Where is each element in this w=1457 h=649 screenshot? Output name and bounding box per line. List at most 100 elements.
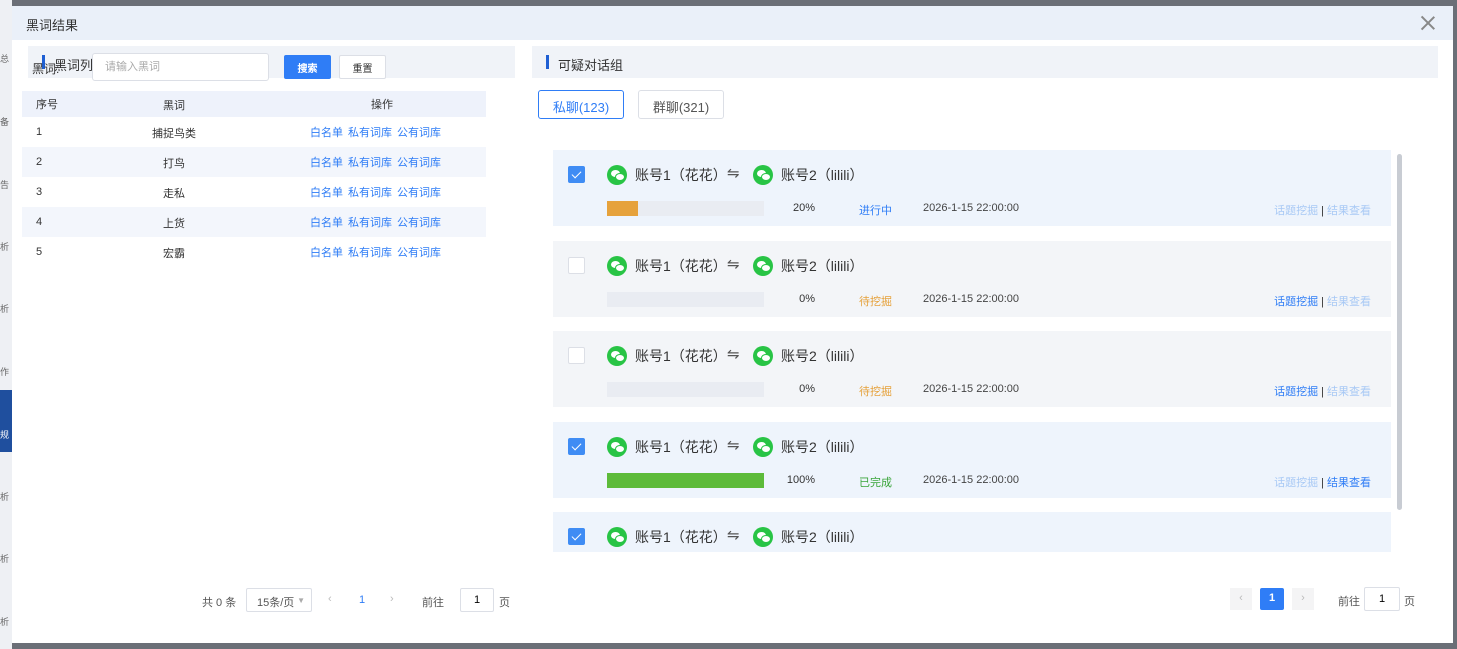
- page-unit-label: 页: [1404, 596, 1415, 608]
- progress-percent: 0%: [799, 383, 815, 395]
- bg-nav-char: 告: [0, 180, 10, 190]
- row-index: 2: [36, 156, 43, 168]
- topic-mining-link[interactable]: 话题挖掘: [1274, 386, 1318, 398]
- status-label: 待挖掘: [859, 386, 892, 398]
- card-actions: 话题挖掘 | 结果查看: [1274, 474, 1371, 490]
- whitelist-link[interactable]: 白名单: [310, 217, 343, 229]
- goto-page-input[interactable]: [460, 588, 494, 612]
- wechat-icon: [607, 437, 627, 457]
- list-scrollbar[interactable]: [1397, 154, 1402, 510]
- public-lexicon-link[interactable]: 公有词库: [397, 217, 441, 229]
- bg-nav-char: 备: [0, 117, 10, 127]
- bg-nav-char: 作: [0, 367, 10, 377]
- select-checkbox[interactable]: [568, 528, 585, 545]
- wechat-icon: [753, 527, 773, 547]
- goto-page-input[interactable]: [1364, 587, 1400, 611]
- tab-private-chat[interactable]: 私聊(123): [538, 90, 624, 119]
- title-accent-bar: [546, 55, 549, 69]
- wechat-icon: [753, 437, 773, 457]
- account-2-name: 账号2（lilili）: [781, 258, 864, 274]
- public-lexicon-link[interactable]: 公有词库: [397, 247, 441, 259]
- progress-bar: [607, 473, 764, 488]
- account-1-name: 账号1（花花）: [635, 258, 727, 274]
- conversation-card: 账号1（花花） ⇋ 账号2（lilili） 0% 待挖掘 2026-1-15 22:00:…: [553, 331, 1391, 407]
- private-lexicon-link[interactable]: 私有词库: [348, 157, 392, 169]
- action-separator: |: [1321, 477, 1324, 489]
- row-index: 5: [36, 246, 43, 258]
- next-page-icon[interactable]: ›: [1292, 588, 1314, 610]
- bg-nav-char: 析: [0, 617, 10, 627]
- progress-percent: 0%: [799, 293, 815, 305]
- whitelist-link[interactable]: 白名单: [310, 187, 343, 199]
- whitelist-link[interactable]: 白名单: [310, 127, 343, 139]
- table-row: 5 宏霸 白名单 私有词库 公有词库: [22, 237, 486, 267]
- row-index: 1: [36, 126, 43, 138]
- chevron-down-icon: ▼: [297, 596, 305, 605]
- search-label: 黑词:: [32, 62, 60, 76]
- table-row: 3 走私 白名单 私有词库 公有词库: [22, 177, 486, 207]
- tab-group-chat[interactable]: 群聊(321): [638, 90, 724, 119]
- timestamp: 2026-1-15 22:00:00: [923, 474, 1020, 486]
- bg-nav-char: 规: [0, 430, 10, 440]
- swap-icon: ⇋: [727, 165, 740, 182]
- background-nav-selected: [0, 390, 12, 452]
- view-result-link[interactable]: 结果查看: [1327, 386, 1371, 398]
- topic-mining-link[interactable]: 话题挖掘: [1274, 205, 1318, 217]
- prev-page-icon[interactable]: ‹: [1230, 588, 1252, 610]
- reset-button[interactable]: 重置: [339, 55, 386, 79]
- blackword-search-input[interactable]: [92, 53, 269, 81]
- select-checkbox[interactable]: [568, 257, 585, 274]
- conversation-card: 账号1（花花） ⇋ 账号2（lilili） 20% 进行中 2026-1-15 22:00…: [553, 150, 1391, 226]
- select-checkbox[interactable]: [568, 166, 585, 183]
- timestamp: 2026-1-15 22:00:00: [923, 293, 1020, 305]
- wechat-icon: [753, 256, 773, 276]
- row-actions: 白名单 私有词库 公有词库: [310, 184, 446, 200]
- wechat-icon: [607, 527, 627, 547]
- page-number[interactable]: 1: [1260, 588, 1284, 610]
- private-lexicon-link[interactable]: 私有词库: [348, 187, 392, 199]
- status-label: 进行中: [859, 205, 892, 217]
- dialog-header: 黑词结果: [12, 6, 1453, 40]
- private-lexicon-link[interactable]: 私有词库: [348, 217, 392, 229]
- wechat-icon: [607, 256, 627, 276]
- private-lexicon-link[interactable]: 私有词库: [348, 127, 392, 139]
- row-actions: 白名单 私有词库 公有词库: [310, 244, 446, 260]
- conversation-card: 账号1（花花） ⇋ 账号2（lilili） 100% 已完成 2026-1-15 22:0…: [553, 422, 1391, 498]
- public-lexicon-link[interactable]: 公有词库: [397, 127, 441, 139]
- row-word: 走私: [163, 188, 185, 200]
- next-page-icon[interactable]: ›: [390, 593, 394, 605]
- page-number[interactable]: 1: [359, 594, 365, 606]
- bg-nav-char: 析: [0, 304, 10, 314]
- whitelist-link[interactable]: 白名单: [310, 247, 343, 259]
- progress-percent: 100%: [786, 474, 815, 486]
- timestamp: 2026-1-15 22:00:00: [923, 202, 1020, 214]
- view-result-link[interactable]: 结果查看: [1327, 205, 1371, 217]
- row-index: 3: [36, 186, 43, 198]
- account-2-name: 账号2（lilili）: [781, 529, 864, 545]
- row-actions: 白名单 私有词库 公有词库: [310, 154, 446, 170]
- prev-page-icon[interactable]: ‹: [328, 593, 332, 605]
- select-checkbox[interactable]: [568, 438, 585, 455]
- topic-mining-link[interactable]: 话题挖掘: [1274, 477, 1318, 489]
- background-sidebar: 总 备 告 析 析 作 规 析 析 析: [0, 0, 12, 649]
- page-unit-label: 页: [499, 597, 510, 609]
- page-size-select[interactable]: 15条/页 ▼: [246, 588, 312, 612]
- whitelist-link[interactable]: 白名单: [310, 157, 343, 169]
- public-lexicon-link[interactable]: 公有词库: [397, 187, 441, 199]
- view-result-link[interactable]: 结果查看: [1327, 477, 1371, 489]
- close-icon[interactable]: [1419, 14, 1437, 32]
- swap-icon: ⇋: [727, 346, 740, 363]
- account-1-name: 账号1（花花）: [635, 439, 727, 455]
- status-label: 已完成: [859, 477, 892, 489]
- search-button[interactable]: 搜索: [284, 55, 331, 79]
- topic-mining-link[interactable]: 话题挖掘: [1274, 296, 1318, 308]
- wechat-icon: [607, 165, 627, 185]
- timestamp: 2026-1-15 22:00:00: [923, 383, 1020, 395]
- account-2-name: 账号2（lilili）: [781, 439, 864, 455]
- swap-icon: ⇋: [727, 527, 740, 544]
- view-result-link[interactable]: 结果查看: [1327, 296, 1371, 308]
- column-header-word-text: 黑词: [163, 100, 185, 112]
- private-lexicon-link[interactable]: 私有词库: [348, 247, 392, 259]
- public-lexicon-link[interactable]: 公有词库: [397, 157, 441, 169]
- select-checkbox[interactable]: [568, 347, 585, 364]
